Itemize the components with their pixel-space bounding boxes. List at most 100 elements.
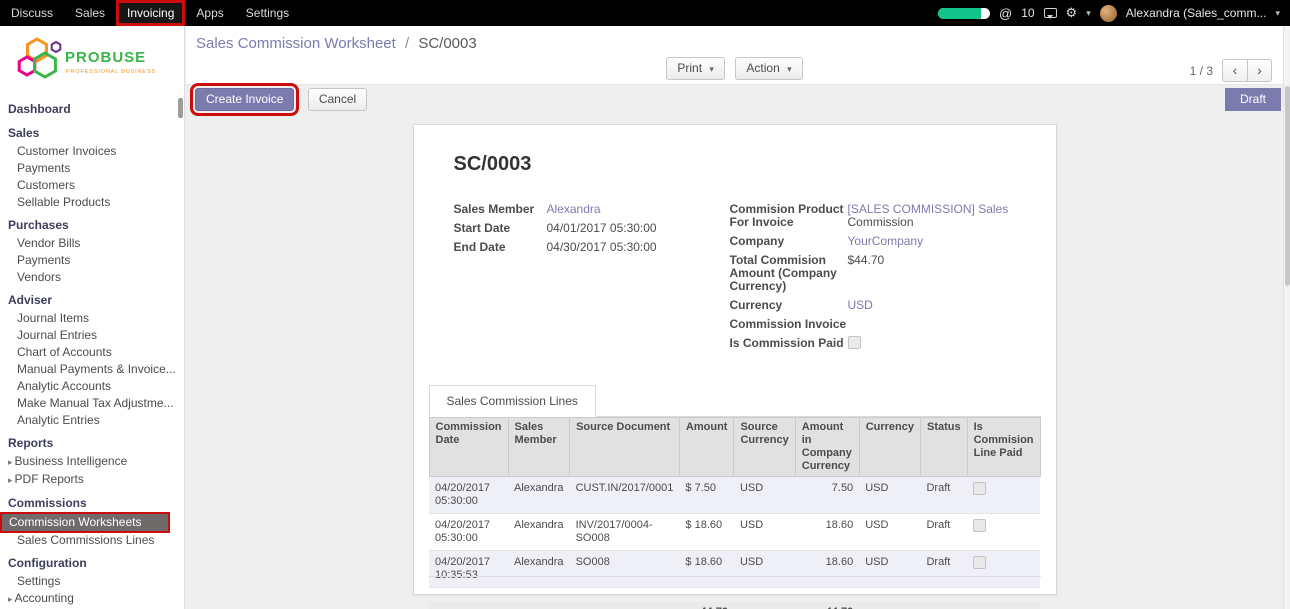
sidebar-item-pdf-reports[interactable]: ▸PDF Reports <box>0 471 184 489</box>
breadcrumb-parent-link[interactable]: Sales Commission Worksheet <box>196 35 396 52</box>
sidebar-item-make-manual-tax-adjustment[interactable]: Make Manual Tax Adjustme... <box>0 395 184 412</box>
cell-date[interactable]: 04/20/2017 05:30:00 <box>429 477 508 514</box>
cell-source-currency[interactable]: USD <box>734 551 795 588</box>
activity-count[interactable]: 10 <box>1021 6 1034 20</box>
page-scrollbar[interactable] <box>1283 26 1290 609</box>
sidebar-heading-adviser[interactable]: Adviser <box>0 286 184 310</box>
create-invoice-button[interactable]: Create Invoice <box>195 88 294 111</box>
cell-status[interactable]: Draft <box>920 551 967 588</box>
pager-previous-button[interactable]: ‹ <box>1222 59 1247 82</box>
cell-status[interactable]: Draft <box>920 514 967 551</box>
sidebar-heading-purchases[interactable]: Purchases <box>0 211 184 235</box>
sidebar-scrollbar-thumb[interactable] <box>178 98 183 118</box>
sidebar-item-manual-payments-invoice[interactable]: Manual Payments & Invoice... <box>0 361 184 378</box>
cell-member[interactable]: Alexandra <box>508 551 570 588</box>
cell-currency[interactable]: USD <box>859 477 920 514</box>
topbar-menu-settings[interactable]: Settings <box>235 0 300 26</box>
sidebar-item-customer-invoices[interactable]: Customer Invoices <box>0 143 184 160</box>
col-commission-date[interactable]: Commission Date <box>429 418 508 477</box>
tab-row: Sales Commission Lines <box>429 385 1041 417</box>
planner-progress-bar[interactable] <box>938 8 990 19</box>
messages-icon[interactable] <box>1044 8 1057 18</box>
sidebar-heading-configuration[interactable]: Configuration <box>0 549 184 573</box>
form-statusbar: Create Invoice Cancel Draft <box>186 85 1283 112</box>
sidebar-item-settings[interactable]: Settings <box>0 573 184 590</box>
topbar-menu-discuss[interactable]: Discuss <box>0 0 64 26</box>
col-is-commission-line-paid[interactable]: Is Commision Line Paid <box>967 418 1040 477</box>
cell-doc[interactable]: SO008 <box>570 551 680 588</box>
sidebar-heading-reports[interactable]: Reports <box>0 429 184 453</box>
sidebar-item-sales-commissions-lines[interactable]: Sales Commissions Lines <box>0 532 184 549</box>
cell-doc[interactable]: INV/2017/0004-SO008 <box>570 514 680 551</box>
page-scrollbar-thumb[interactable] <box>1285 86 1290 286</box>
currency-value[interactable]: USD <box>848 298 873 312</box>
line-paid-checkbox[interactable] <box>973 482 986 495</box>
sidebar-heading-dashboard[interactable]: Dashboard <box>0 95 184 119</box>
print-dropdown-button[interactable]: Print ▾ <box>666 57 725 80</box>
cell-member[interactable]: Alexandra <box>508 477 570 514</box>
cell-amount[interactable]: $ 18.60 <box>679 551 734 588</box>
status-badge[interactable]: Draft <box>1225 88 1281 111</box>
cell-amount-company[interactable]: 18.60 <box>795 551 859 588</box>
table-row[interactable]: 04/20/2017 05:30:00 Alexandra CUST.IN/20… <box>429 477 1040 514</box>
cell-source-currency[interactable]: USD <box>734 514 795 551</box>
user-avatar[interactable] <box>1100 5 1117 22</box>
col-currency[interactable]: Currency <box>859 418 920 477</box>
pager-next-button[interactable]: › <box>1247 59 1272 82</box>
sidebar-item-business-intelligence[interactable]: ▸Business Intelligence <box>0 453 184 471</box>
sidebar-item-payments-sales[interactable]: Payments <box>0 160 184 177</box>
sidebar-item-commission-worksheets[interactable]: Commission Worksheets <box>2 514 168 531</box>
sidebar-item-analytic-entries[interactable]: Analytic Entries <box>0 412 184 429</box>
table-row[interactable]: 04/20/2017 05:30:00 Alexandra INV/2017/0… <box>429 514 1040 551</box>
col-status[interactable]: Status <box>920 418 967 477</box>
sidebar-scrollbar[interactable] <box>177 26 184 609</box>
cell-currency[interactable]: USD <box>859 514 920 551</box>
cell-status[interactable]: Draft <box>920 477 967 514</box>
cell-member[interactable]: Alexandra <box>508 514 570 551</box>
sidebar-item-vendors[interactable]: Vendors <box>0 269 184 286</box>
sidebar-item-accounting[interactable]: ▸Accounting <box>0 590 184 608</box>
sidebar-item-vendor-bills[interactable]: Vendor Bills <box>0 235 184 252</box>
topbar-menu-apps[interactable]: Apps <box>185 0 234 26</box>
sidebar-item-customers[interactable]: Customers <box>0 177 184 194</box>
logo-hexagon-purple <box>52 42 61 52</box>
sidebar-item-sellable-products[interactable]: Sellable Products <box>0 194 184 211</box>
company-value[interactable]: YourCompany <box>848 234 924 248</box>
activity-icon[interactable]: @ <box>999 6 1012 21</box>
line-paid-checkbox[interactable] <box>973 556 986 569</box>
cancel-button[interactable]: Cancel <box>308 88 367 111</box>
col-amount-company-currency[interactable]: Amount in Company Currency <box>795 418 859 477</box>
sales-member-value[interactable]: Alexandra <box>547 202 601 216</box>
topbar: Discuss Sales Invoicing Apps Settings @ … <box>0 0 1290 26</box>
cell-date[interactable]: 04/20/2017 05:30:00 <box>429 514 508 551</box>
is-commission-paid-checkbox[interactable] <box>848 336 861 349</box>
cell-doc[interactable]: CUST.IN/2017/0001 <box>570 477 680 514</box>
cell-source-currency[interactable]: USD <box>734 477 795 514</box>
sidebar-heading-commissions[interactable]: Commissions <box>0 489 184 513</box>
col-source-document[interactable]: Source Document <box>570 418 680 477</box>
cell-amount[interactable]: $ 18.60 <box>679 514 734 551</box>
col-sales-member[interactable]: Sales Member <box>508 418 570 477</box>
tab-sales-commission-lines[interactable]: Sales Commission Lines <box>429 385 596 417</box>
cell-currency[interactable]: USD <box>859 551 920 588</box>
cell-paid <box>967 551 1040 588</box>
col-amount[interactable]: Amount <box>679 418 734 477</box>
line-paid-checkbox[interactable] <box>973 519 986 532</box>
user-menu[interactable]: Alexandra (Sales_comm... <box>1126 6 1267 20</box>
topbar-menu-sales[interactable]: Sales <box>64 0 116 26</box>
cell-amount-company[interactable]: 18.60 <box>795 514 859 551</box>
cell-date[interactable]: 04/20/2017 10:35:53 <box>429 551 508 588</box>
topbar-menu-invoicing[interactable]: Invoicing <box>116 0 185 26</box>
table-row[interactable]: 04/20/2017 10:35:53 Alexandra SO008 $ 18… <box>429 551 1040 588</box>
sidebar-item-payments-purchases[interactable]: Payments <box>0 252 184 269</box>
sidebar-item-journal-entries[interactable]: Journal Entries <box>0 327 184 344</box>
settings-gear-icon[interactable]: ⚙ <box>1066 5 1078 21</box>
sidebar-heading-sales[interactable]: Sales <box>0 119 184 143</box>
sidebar-item-chart-of-accounts[interactable]: Chart of Accounts <box>0 344 184 361</box>
cell-amount[interactable]: $ 7.50 <box>679 477 734 514</box>
sidebar-item-analytic-accounts[interactable]: Analytic Accounts <box>0 378 184 395</box>
cell-amount-company[interactable]: 7.50 <box>795 477 859 514</box>
col-source-currency[interactable]: Source Currency <box>734 418 795 477</box>
action-dropdown-button[interactable]: Action ▾ <box>735 57 802 80</box>
sidebar-item-journal-items[interactable]: Journal Items <box>0 310 184 327</box>
